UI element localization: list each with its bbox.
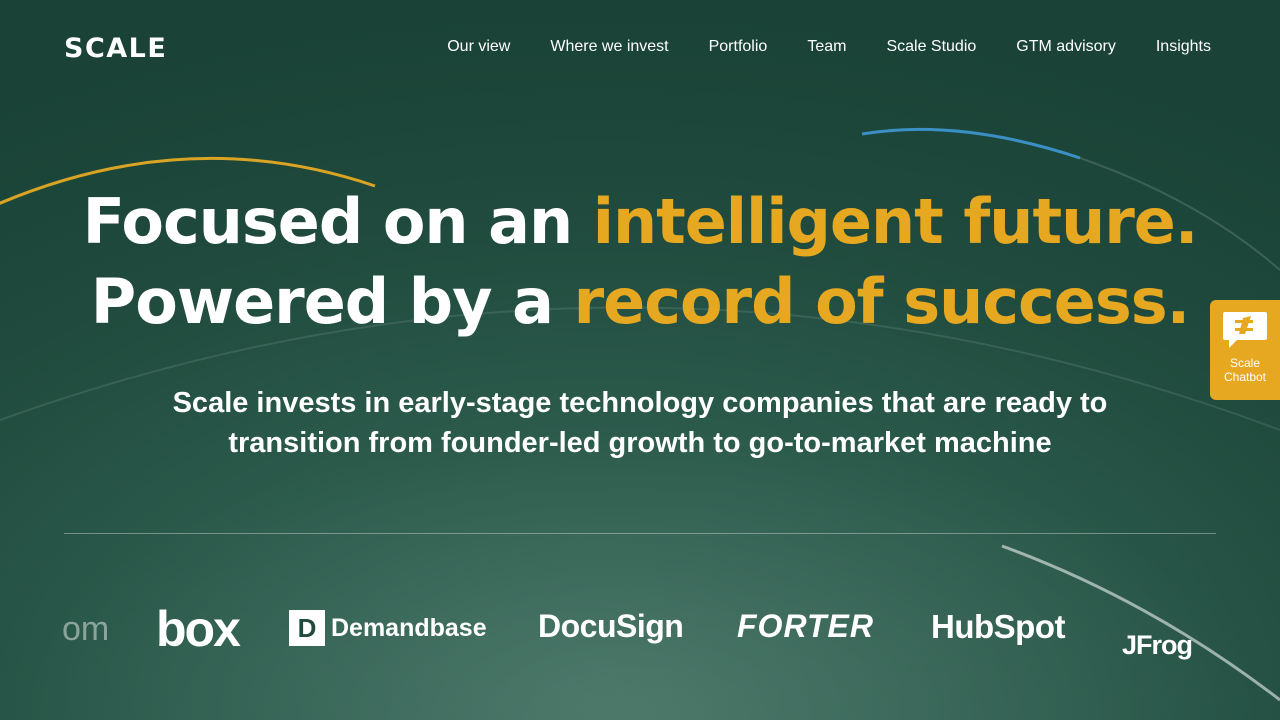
demandbase-mark-icon: D [289, 610, 325, 646]
hero-line-1-accent: intelligent future. [592, 185, 1199, 258]
hero-line-2-accent: record of success. [573, 265, 1191, 338]
nav-item-where-we-invest[interactable]: Where we invest [550, 38, 668, 56]
box-logo: box [156, 601, 241, 657]
chat-icon [1221, 310, 1269, 354]
top-navigation: SCALE Our view Where we invest Portfolio… [0, 0, 1280, 96]
hero-line-1: Focused on an intelligent future. [0, 182, 1280, 262]
nav-item-insights[interactable]: Insights [1156, 38, 1211, 56]
nav-item-portfolio[interactable]: Portfolio [709, 38, 768, 56]
hero-line-2-text: Powered by a [90, 265, 574, 338]
docusign-logo: DocuSign [538, 608, 684, 644]
demandbase-logo: D Demandbase [289, 610, 487, 646]
hero-headline: Focused on an intelligent future. Powere… [0, 182, 1280, 342]
partial-logo: om [62, 610, 110, 648]
chatbot-label: Scale Chatbot [1224, 356, 1266, 384]
hero-line-1-text: Focused on an [82, 185, 593, 258]
blue-arc [861, 127, 1081, 160]
jfrog-logo: JFrog [1122, 630, 1193, 660]
hubspot-logo: HubSpot [931, 608, 1065, 645]
subheadline-line-1: Scale invests in early-stage technology … [172, 387, 1108, 419]
nav-item-scale-studio[interactable]: Scale Studio [886, 38, 976, 56]
nav-menu: Our view Where we invest Portfolio Team … [447, 38, 1211, 56]
hero-line-2: Powered by a record of success. [0, 262, 1280, 342]
portfolio-logo-strip: om box D Demandbase DocuSign FORTER HubS… [0, 596, 1280, 676]
nav-item-gtm-advisory[interactable]: GTM advisory [1016, 38, 1116, 56]
nav-item-team[interactable]: Team [807, 38, 846, 56]
chatbot-label-line-1: Scale [1229, 356, 1261, 370]
section-divider [64, 533, 1216, 534]
scale-chatbot-button[interactable]: Scale Chatbot [1210, 300, 1280, 400]
forter-logo: FORTER [737, 608, 874, 644]
scale-logo[interactable]: SCALE [64, 33, 167, 64]
hero-subheadline: Scale invests in early-stage technology … [140, 383, 1140, 463]
subheadline-line-2: transition from founder-led growth to go… [228, 427, 1052, 459]
demandbase-wordmark: Demandbase [331, 613, 487, 642]
chatbot-label-line-2: Chatbot [1223, 370, 1267, 384]
nav-item-our-view[interactable]: Our view [447, 38, 510, 56]
